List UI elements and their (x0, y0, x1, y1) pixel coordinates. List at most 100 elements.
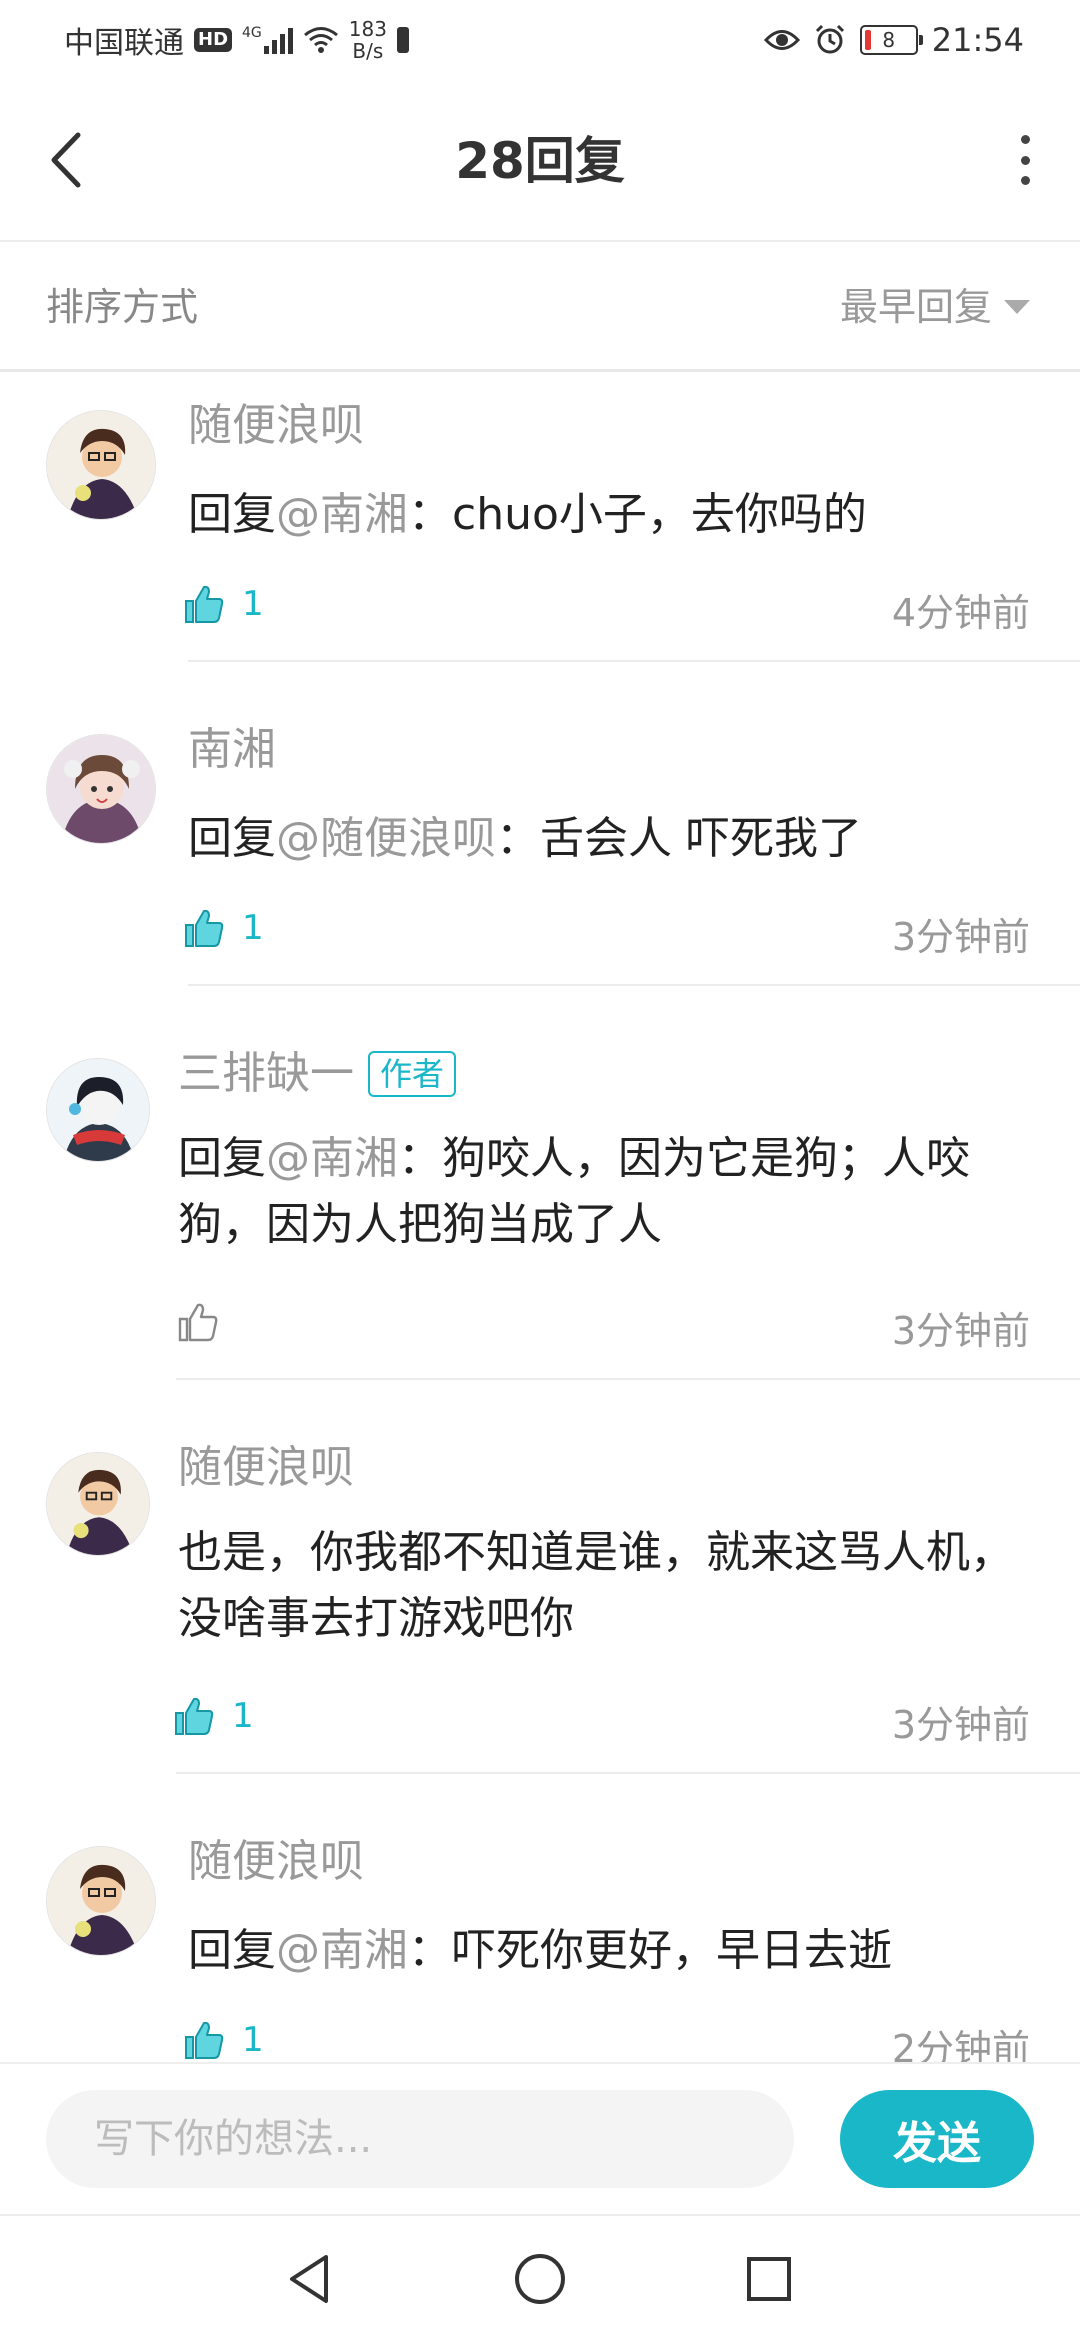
like-button[interactable]: 1 (182, 2018, 264, 2062)
network-type: 4G (242, 25, 262, 41)
mention-link[interactable]: @南湘 (276, 489, 408, 540)
mention-link[interactable]: @随便浪呗 (276, 813, 496, 864)
battery-icon: 8 (859, 25, 923, 55)
reply-input[interactable] (46, 2090, 794, 2188)
username-text: 随便浪呗 (188, 400, 364, 451)
page-title: 28回复 (455, 132, 625, 190)
like-count: 1 (242, 908, 264, 948)
divider (176, 1378, 1080, 1380)
eye-icon (763, 30, 800, 50)
username[interactable]: 三排缺一 作者 (178, 1046, 457, 1102)
nav-back-button[interactable] (274, 2244, 344, 2314)
avatar-image (47, 1453, 149, 1555)
timestamp: 3分钟前 (891, 915, 1030, 959)
timestamp: 3分钟前 (891, 1309, 1030, 1353)
thumbs-up-filled-icon (185, 2021, 224, 2059)
sort-label: 排序方式 (46, 285, 199, 329)
system-nav-bar (0, 2214, 1080, 2340)
thumbs-up-filled-icon (185, 585, 224, 623)
avatar-image (47, 411, 155, 519)
username[interactable]: 随便浪呗 (178, 1440, 354, 1496)
reply-list[interactable]: 随便浪呗 回复@南湘：chuo小子，去你吗的 1 4分钟前 南湘 回复@随便浪呗… (0, 372, 1080, 2062)
reply-prefix: 回复 (188, 489, 276, 540)
comment-body: ：吓死你更好，早日去逝 (408, 1925, 892, 1976)
username-text: 随便浪呗 (178, 1442, 354, 1493)
comment-text: 回复@南湘：吓死你更好，早日去逝 (188, 1918, 1020, 1984)
circle-home-icon (515, 2254, 565, 2304)
caret-down-icon (1004, 300, 1030, 314)
mention-link[interactable]: @南湘 (266, 1133, 398, 1184)
timestamp: 4分钟前 (891, 591, 1030, 635)
list-item: 三排缺一 作者 回复@南湘：狗咬人，因为它是狗；人咬狗，因为人把狗当成了人 3分… (0, 1020, 1080, 1414)
thumbs-up-filled-icon (175, 1697, 214, 1735)
alarm-icon (815, 24, 844, 54)
like-button[interactable] (176, 1300, 236, 1344)
wifi-icon (303, 27, 338, 53)
username-text: 三排缺一 (178, 1048, 354, 1099)
avatar-image (47, 1059, 149, 1161)
thumbs-up-filled-icon (185, 909, 224, 947)
divider (188, 984, 1080, 986)
comment-body: ：chuo小子，去你吗的 (408, 489, 867, 540)
username[interactable]: 南湘 (188, 722, 276, 778)
comment-text: 回复@南湘：狗咬人，因为它是狗；人咬狗，因为人把狗当成了人 (178, 1126, 1020, 1258)
reply-prefix: 回复 (188, 813, 276, 864)
nav-recents-button[interactable] (734, 2244, 804, 2314)
network-speed: 183 B/s (349, 18, 387, 62)
reply-prefix: 回复 (178, 1133, 266, 1184)
reply-prefix: 回复 (188, 1925, 276, 1976)
hd-badge: HD (194, 28, 233, 52)
avatar-image (47, 1847, 155, 1955)
clock: 21:54 (931, 21, 1024, 59)
like-button[interactable]: 1 (182, 906, 264, 950)
reply-input-bar: 发送 (0, 2062, 1080, 2214)
avatar[interactable] (46, 1058, 150, 1162)
comment-text: 也是，你我都不知道是谁，就来这骂人机，没啥事去打游戏吧你 (178, 1520, 1020, 1652)
comment-text: 回复@随便浪呗：舌会人 吓死我了 (188, 806, 1020, 872)
like-button[interactable]: 1 (172, 1694, 254, 1738)
avatar[interactable] (46, 410, 156, 520)
username[interactable]: 随便浪呗 (188, 1834, 364, 1890)
avatar[interactable] (46, 1452, 150, 1556)
carrier-name: 中国联通 (64, 26, 184, 61)
send-button[interactable]: 发送 (840, 2090, 1034, 2188)
battery-level: 8 (882, 28, 896, 52)
list-item: 随便浪呗 回复@南湘：chuo小子，去你吗的 1 4分钟前 (0, 372, 1080, 696)
timestamp: 2分钟前 (891, 2027, 1030, 2062)
thumbs-up-outline-icon (178, 1303, 218, 1342)
list-item: 随便浪呗 回复@南湘：吓死你更好，早日去逝 1 2分钟前 (0, 1808, 1080, 2062)
status-right: 8 21:54 (763, 16, 1024, 64)
sort-dropdown[interactable]: 最早回复 (840, 282, 1030, 332)
top-app-bar: 28回复 (0, 80, 1080, 242)
sort-bar: 排序方式 最早回复 (0, 242, 1080, 372)
avatar[interactable] (46, 734, 156, 844)
username[interactable]: 随便浪呗 (188, 398, 364, 454)
battery-saver-icon (396, 27, 409, 53)
like-button[interactable]: 1 (182, 582, 264, 626)
like-count: 1 (242, 2020, 264, 2060)
status-left: 中国联通 HD 4G 183 B/s (64, 16, 409, 64)
username-text: 随便浪呗 (188, 1836, 364, 1887)
status-bar: 中国联通 HD 4G 183 B/s 8 21:54 (0, 0, 1080, 80)
comment-body: ：舌会人 吓死我了 (496, 813, 862, 864)
speed-unit: B/s (352, 39, 384, 63)
comment-text: 回复@南湘：chuo小子，去你吗的 (188, 482, 1020, 548)
like-count: 1 (242, 584, 264, 624)
like-count: 1 (232, 1696, 254, 1736)
author-badge: 作者 (368, 1051, 457, 1097)
avatar[interactable] (46, 1846, 156, 1956)
timestamp: 3分钟前 (891, 1703, 1030, 1747)
nav-home-button[interactable] (505, 2244, 575, 2314)
username-text: 南湘 (188, 724, 276, 775)
square-recents-icon (747, 2257, 791, 2301)
triangle-back-icon (290, 2255, 328, 2303)
comment-body: 也是，你我都不知道是谁，就来这骂人机，没啥事去打游戏吧你 (178, 1527, 1014, 1644)
sort-selected-value: 最早回复 (839, 285, 992, 329)
more-vertical-icon[interactable] (1018, 135, 1032, 185)
signal-icon: 4G (242, 26, 293, 54)
speed-value: 183 (348, 17, 387, 41)
divider (188, 660, 1080, 662)
list-item: 南湘 回复@随便浪呗：舌会人 吓死我了 1 3分钟前 (0, 696, 1080, 1020)
divider (176, 1772, 1080, 1774)
mention-link[interactable]: @南湘 (276, 1925, 408, 1976)
